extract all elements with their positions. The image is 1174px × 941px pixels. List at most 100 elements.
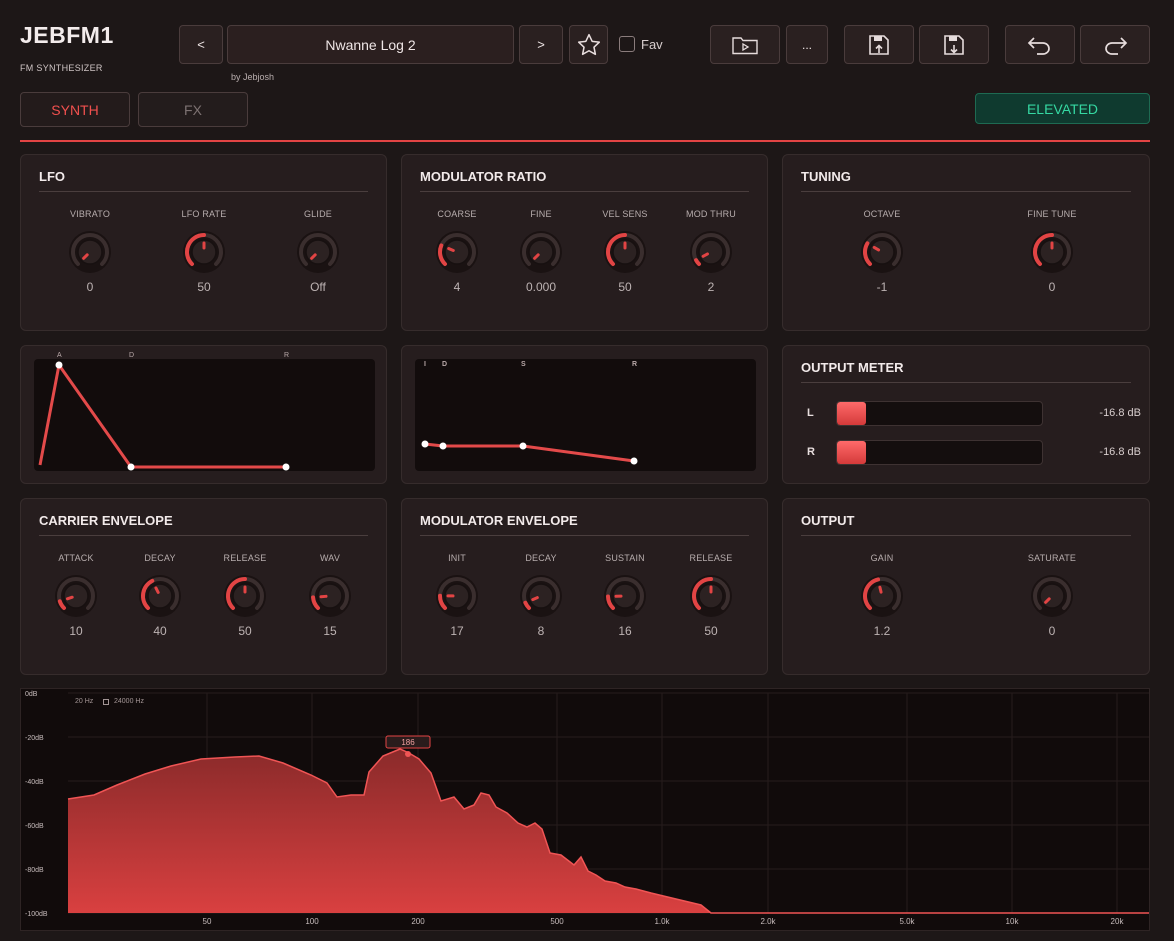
knob-value: 2 bbox=[707, 280, 715, 294]
knob-glide[interactable]: GLIDE Off bbox=[283, 209, 353, 294]
x-tick-label: 50 bbox=[203, 917, 212, 926]
env-label-release: R bbox=[284, 352, 290, 359]
release-handle[interactable] bbox=[282, 463, 290, 471]
knob-value: 10 bbox=[69, 624, 83, 638]
knob-fine[interactable]: FINE 0.000 bbox=[506, 209, 576, 294]
spectrum-plot[interactable]: 186 0dB -20dB -40dB -60dB -80dB -100dB 50 100 200… bbox=[21, 689, 1149, 930]
knob-decay[interactable]: DECAY 40 bbox=[125, 553, 195, 638]
knob-mod-thru[interactable]: MOD THRU 2 bbox=[676, 209, 746, 294]
knob-lfo-rate[interactable]: LFO RATE 50 bbox=[169, 209, 239, 294]
knob-fine-tune[interactable]: FINE TUNE 0 bbox=[1017, 209, 1087, 294]
favorite-star-button[interactable] bbox=[569, 25, 608, 64]
tab-synth[interactable]: SYNTH bbox=[20, 92, 130, 127]
decay-handle[interactable] bbox=[127, 463, 135, 471]
save-preset-button[interactable] bbox=[844, 25, 914, 64]
save-upload-icon bbox=[869, 34, 889, 55]
knob-value: 17 bbox=[450, 624, 464, 638]
knob-dial[interactable] bbox=[860, 230, 904, 274]
meter-right-label: R bbox=[807, 446, 815, 458]
y-tick-label: -20dB bbox=[25, 735, 44, 742]
knob-dial[interactable] bbox=[435, 574, 479, 618]
knob-label: MOD THRU bbox=[686, 209, 736, 219]
range-toggle[interactable] bbox=[103, 699, 109, 705]
star-icon bbox=[577, 33, 600, 55]
lfo-panel: LFO VIBRATO 0 LFO RATE 50 GLIDE Off bbox=[20, 154, 387, 331]
knob-label: LFO RATE bbox=[181, 209, 227, 219]
attack-handle[interactable] bbox=[55, 361, 63, 369]
knob-coarse[interactable]: COARSE 4 bbox=[422, 209, 492, 294]
carrier-env-title: CARRIER ENVELOPE bbox=[39, 513, 173, 528]
knob-value: 50 bbox=[197, 280, 211, 294]
modulator-envelope-panel: MODULATOR ENVELOPE INIT 17 DECAY 8 SUSTAIN 16… bbox=[401, 498, 768, 675]
tuning-title: TUNING bbox=[801, 169, 851, 184]
knob-value: 50 bbox=[618, 280, 632, 294]
knob-value: 1.2 bbox=[873, 624, 891, 638]
release-handle[interactable] bbox=[630, 457, 638, 465]
more-options-button[interactable]: ... bbox=[786, 25, 828, 64]
knob-dial[interactable] bbox=[519, 230, 563, 274]
knob-dial[interactable] bbox=[689, 574, 733, 618]
init-handle[interactable] bbox=[421, 440, 429, 448]
knob-dial[interactable] bbox=[1030, 230, 1074, 274]
next-preset-button[interactable]: > bbox=[519, 25, 563, 64]
knob-dial[interactable] bbox=[689, 230, 733, 274]
output-panel: OUTPUT GAIN 1.2 SATURATE 0 bbox=[782, 498, 1150, 675]
panel-divider bbox=[39, 191, 368, 192]
knob-label: FINE TUNE bbox=[1027, 209, 1077, 219]
knob-value: 50 bbox=[238, 624, 252, 638]
knob-octave[interactable]: OCTAVE -1 bbox=[847, 209, 917, 294]
knob-vibrato[interactable]: VIBRATO 0 bbox=[55, 209, 125, 294]
knob-dial[interactable] bbox=[68, 230, 112, 274]
knob-dial[interactable] bbox=[223, 574, 267, 618]
knob-dial[interactable] bbox=[860, 574, 904, 618]
preset-name-display[interactable]: Nwanne Log 2 bbox=[227, 25, 514, 64]
redo-button[interactable] bbox=[1080, 25, 1150, 64]
knob-dial[interactable] bbox=[603, 230, 647, 274]
x-tick-label: 500 bbox=[550, 917, 564, 926]
knob-release[interactable]: RELEASE 50 bbox=[676, 553, 746, 638]
modulator-envelope-graph[interactable] bbox=[415, 359, 756, 471]
fav-checkbox[interactable] bbox=[619, 36, 635, 52]
sustain-handle[interactable] bbox=[519, 442, 527, 450]
knob-dial[interactable] bbox=[519, 574, 563, 618]
carrier-envelope-graph[interactable] bbox=[34, 359, 375, 471]
undo-button[interactable] bbox=[1005, 25, 1075, 64]
elevated-mode-button[interactable]: ELEVATED bbox=[975, 93, 1150, 124]
meter-left-fill bbox=[837, 402, 866, 425]
knob-dial[interactable] bbox=[1030, 574, 1074, 618]
knob-value: 15 bbox=[323, 624, 337, 638]
knob-value: 50 bbox=[704, 624, 718, 638]
knob-saturate[interactable]: SATURATE 0 bbox=[1017, 553, 1087, 638]
knob-attack[interactable]: ATTACK 10 bbox=[41, 553, 111, 638]
knob-dial[interactable] bbox=[296, 230, 340, 274]
y-tick-label: -40dB bbox=[25, 779, 44, 786]
tab-fx[interactable]: FX bbox=[138, 92, 248, 127]
knob-dial[interactable] bbox=[138, 574, 182, 618]
knob-dial[interactable] bbox=[435, 230, 479, 274]
decay-handle[interactable] bbox=[439, 442, 447, 450]
knob-sustain[interactable]: SUSTAIN 16 bbox=[590, 553, 660, 638]
save-as-preset-button[interactable] bbox=[919, 25, 989, 64]
y-tick-label: -80dB bbox=[25, 867, 44, 874]
knob-dial[interactable] bbox=[182, 230, 226, 274]
knob-vel-sens[interactable]: VEL SENS 50 bbox=[590, 209, 660, 294]
spectrum-analyzer[interactable]: 186 0dB -20dB -40dB -60dB -80dB -100dB 50 100 200… bbox=[20, 688, 1150, 931]
knob-dial[interactable] bbox=[308, 574, 352, 618]
save-download-icon bbox=[944, 34, 964, 55]
panel-divider bbox=[420, 191, 749, 192]
output-title: OUTPUT bbox=[801, 513, 855, 528]
knob-init[interactable]: INIT 17 bbox=[422, 553, 492, 638]
modulator-envelope-curve[interactable] bbox=[415, 359, 756, 471]
prev-preset-button[interactable]: < bbox=[179, 25, 223, 64]
knob-decay[interactable]: DECAY 8 bbox=[506, 553, 576, 638]
carrier-envelope-curve[interactable] bbox=[34, 359, 375, 471]
knob-label: GAIN bbox=[870, 553, 894, 563]
knob-dial[interactable] bbox=[603, 574, 647, 618]
peak-marker bbox=[405, 751, 411, 757]
knob-gain[interactable]: GAIN 1.2 bbox=[847, 553, 917, 638]
browse-presets-button[interactable] bbox=[710, 25, 780, 64]
knob-label: VIBRATO bbox=[69, 209, 111, 219]
knob-dial[interactable] bbox=[54, 574, 98, 618]
knob-wav[interactable]: WAV 15 bbox=[295, 553, 365, 638]
knob-release[interactable]: RELEASE 50 bbox=[210, 553, 280, 638]
